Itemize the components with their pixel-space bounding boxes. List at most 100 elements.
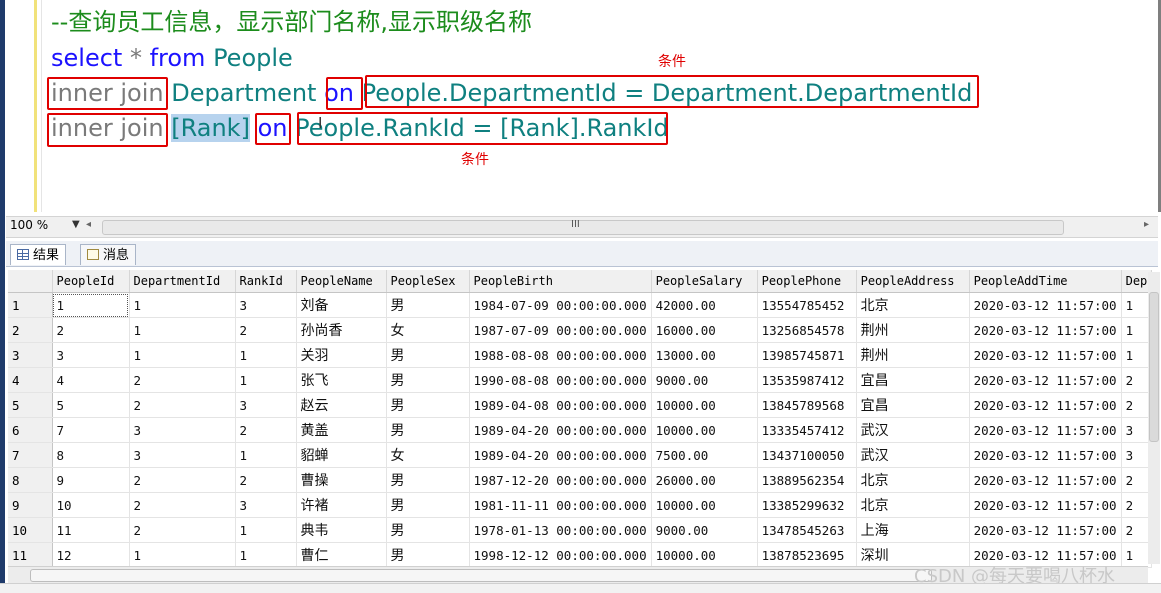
table-cell[interactable]: 宜昌 bbox=[856, 392, 970, 418]
table-cell[interactable]: 2 bbox=[235, 467, 297, 493]
table-cell[interactable]: 北京 bbox=[856, 492, 970, 518]
table-row[interactable]: 9 10 2 3 许褚男 1981-11-11 00:00:00.000 10000.00 1… bbox=[8, 492, 1153, 518]
table-cell[interactable]: 9 bbox=[52, 467, 130, 493]
table-row[interactable]: 7 8 3 1 貂蝉女 1989-04-20 00:00:00.000 7500.00 134… bbox=[8, 442, 1153, 468]
table-cell[interactable]: 2 bbox=[129, 392, 236, 418]
table-cell[interactable]: 1989-04-20 00:00:00.000 bbox=[469, 442, 652, 468]
column-header[interactable]: DepartmentId bbox=[129, 270, 236, 293]
table-cell[interactable]: 1989-04-08 00:00:00.000 bbox=[469, 392, 652, 418]
table-cell[interactable]: 13845789568 bbox=[757, 392, 857, 418]
zoom-level[interactable]: 100 % bbox=[10, 218, 48, 232]
table-cell[interactable]: 刘备 bbox=[296, 292, 387, 318]
table-cell[interactable]: 1 bbox=[52, 292, 130, 318]
tab-messages[interactable]: 消息 bbox=[80, 244, 137, 265]
table-cell[interactable]: 荆州 bbox=[856, 317, 970, 343]
table-cell[interactable]: 上海 bbox=[856, 517, 970, 543]
table-row[interactable]: 4 4 2 1 张飞男 1990-08-08 00:00:00.000 9000.00 135… bbox=[8, 367, 1153, 393]
scroll-left-icon[interactable]: ◂ bbox=[86, 219, 91, 230]
row-number[interactable]: 4 bbox=[8, 367, 53, 393]
query-editor[interactable]: --查询员工信息，显示部门名称,显示职级名称 select * from Peo… bbox=[6, 0, 1158, 212]
column-header[interactable]: PeopleBirth bbox=[469, 270, 652, 293]
code-comment-line[interactable]: --查询员工信息，显示部门名称,显示职级名称 bbox=[51, 7, 532, 37]
table-cell[interactable]: 男 bbox=[386, 392, 470, 418]
row-number[interactable]: 7 bbox=[8, 442, 53, 468]
grid-vertical-scrollbar[interactable] bbox=[1148, 272, 1160, 564]
grid-vertical-thumb[interactable] bbox=[1149, 292, 1159, 442]
row-number[interactable]: 5 bbox=[8, 392, 53, 418]
table-cell[interactable]: 1990-08-08 00:00:00.000 bbox=[469, 367, 652, 393]
table-cell[interactable]: 男 bbox=[386, 342, 470, 368]
table-cell[interactable]: 7 bbox=[52, 417, 130, 443]
table-cell[interactable]: 武汉 bbox=[856, 442, 970, 468]
table-cell[interactable]: 10 bbox=[52, 492, 130, 518]
table-cell[interactable]: 2 bbox=[129, 492, 236, 518]
table-cell[interactable]: 1987-07-09 00:00:00.000 bbox=[469, 317, 652, 343]
zoom-dropdown-icon[interactable]: ▼ bbox=[72, 219, 80, 230]
table-cell[interactable]: 1 bbox=[235, 342, 297, 368]
table-cell[interactable]: 1981-11-11 00:00:00.000 bbox=[469, 492, 652, 518]
code-select-line[interactable]: select * from People bbox=[51, 43, 293, 73]
row-number[interactable]: 11 bbox=[8, 542, 53, 568]
table-cell[interactable]: 3 bbox=[129, 417, 236, 443]
table-cell[interactable]: 10000.00 bbox=[651, 542, 758, 568]
table-cell[interactable]: 8 bbox=[52, 442, 130, 468]
table-row[interactable]: 1 1 1 3 刘备男 1984-07-09 00:00:00.000 42000.00 13… bbox=[8, 292, 1153, 318]
table-cell[interactable]: 宜昌 bbox=[856, 367, 970, 393]
table-cell[interactable]: 男 bbox=[386, 367, 470, 393]
table-cell[interactable]: 2020-03-12 11:57:00 bbox=[969, 417, 1122, 443]
table-cell[interactable]: 男 bbox=[386, 517, 470, 543]
table-cell[interactable]: 1987-12-20 00:00:00.000 bbox=[469, 467, 652, 493]
column-header[interactable]: PeopleSalary bbox=[651, 270, 758, 293]
table-cell[interactable]: 3 bbox=[235, 492, 297, 518]
table-cell[interactable]: 女 bbox=[386, 442, 470, 468]
table-cell[interactable]: 赵云 bbox=[296, 392, 387, 418]
table-cell[interactable]: 1 bbox=[235, 517, 297, 543]
table-cell[interactable]: 13000.00 bbox=[651, 342, 758, 368]
row-number[interactable]: 2 bbox=[8, 317, 53, 343]
column-header[interactable]: PeopleAddress bbox=[856, 270, 970, 293]
table-cell[interactable]: 2 bbox=[235, 317, 297, 343]
table-cell[interactable]: 荆州 bbox=[856, 342, 970, 368]
table-cell[interactable]: 1984-07-09 00:00:00.000 bbox=[469, 292, 652, 318]
table-cell[interactable]: 10000.00 bbox=[651, 417, 758, 443]
table-cell[interactable]: 3 bbox=[52, 342, 130, 368]
table-cell[interactable]: 13335457412 bbox=[757, 417, 857, 443]
table-cell[interactable]: 关羽 bbox=[296, 342, 387, 368]
table-row[interactable]: 10 11 2 1 典韦男 1978-01-13 00:00:00.000 9000.00 1… bbox=[8, 517, 1153, 543]
table-cell[interactable]: 北京 bbox=[856, 292, 970, 318]
table-cell[interactable]: 2020-03-12 11:57:00 bbox=[969, 492, 1122, 518]
column-header[interactable]: RankId bbox=[235, 270, 297, 293]
table-cell[interactable]: 张飞 bbox=[296, 367, 387, 393]
table-cell[interactable]: 26000.00 bbox=[651, 467, 758, 493]
table-cell[interactable]: 3 bbox=[235, 392, 297, 418]
row-number[interactable]: 10 bbox=[8, 517, 53, 543]
table-cell[interactable]: 2020-03-12 11:57:00 bbox=[969, 442, 1122, 468]
row-number[interactable]: 9 bbox=[8, 492, 53, 518]
table-cell[interactable]: 13554785452 bbox=[757, 292, 857, 318]
table-cell[interactable]: 2020-03-12 11:57:00 bbox=[969, 342, 1122, 368]
table-cell[interactable]: 武汉 bbox=[856, 417, 970, 443]
table-cell[interactable]: 黄盖 bbox=[296, 417, 387, 443]
table-cell[interactable]: 9000.00 bbox=[651, 517, 758, 543]
table-cell[interactable]: 1 bbox=[129, 292, 236, 318]
column-header[interactable]: PeopleId bbox=[52, 270, 130, 293]
row-number[interactable]: 1 bbox=[8, 292, 53, 318]
table-cell[interactable]: 11 bbox=[52, 517, 130, 543]
table-cell[interactable]: 1998-12-12 00:00:00.000 bbox=[469, 542, 652, 568]
table-cell[interactable]: 9000.00 bbox=[651, 367, 758, 393]
table-cell[interactable]: 3 bbox=[235, 292, 297, 318]
table-cell[interactable]: 1989-04-20 00:00:00.000 bbox=[469, 417, 652, 443]
table-cell[interactable]: 2020-03-12 11:57:00 bbox=[969, 392, 1122, 418]
table-cell[interactable]: 孙尚香 bbox=[296, 317, 387, 343]
column-header[interactable]: PeopleName bbox=[296, 270, 387, 293]
row-number[interactable]: 6 bbox=[8, 417, 53, 443]
table-cell[interactable]: 男 bbox=[386, 492, 470, 518]
results-grid[interactable]: PeopleId DepartmentId RankId PeopleName Peop… bbox=[8, 270, 1154, 570]
table-cell[interactable]: 1988-08-08 00:00:00.000 bbox=[469, 342, 652, 368]
column-header[interactable]: PeopleSex bbox=[386, 270, 470, 293]
table-cell[interactable]: 13385299632 bbox=[757, 492, 857, 518]
table-cell[interactable]: 13437100050 bbox=[757, 442, 857, 468]
table-cell[interactable]: 曹操 bbox=[296, 467, 387, 493]
tab-results[interactable]: 结果 bbox=[10, 244, 67, 265]
table-cell[interactable]: 女 bbox=[386, 317, 470, 343]
